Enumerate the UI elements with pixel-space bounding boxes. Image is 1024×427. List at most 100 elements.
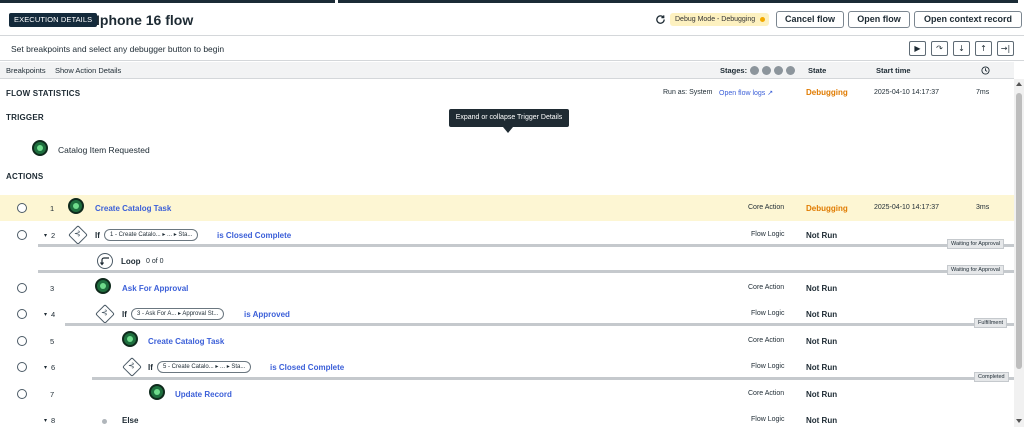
if-label: If: [122, 310, 127, 319]
action-type: Core Action: [748, 337, 785, 344]
continue-button[interactable]: ▶: [909, 41, 926, 56]
debug-mode-badge: Debug Mode - Debugging: [670, 13, 770, 26]
row-number: 2: [51, 231, 56, 240]
action-status-icon: [122, 331, 138, 347]
condition-pill[interactable]: 5 - Create Catalo... ▸ ... ▸ Sta...: [157, 361, 252, 373]
action-name-link[interactable]: Update Record: [175, 390, 232, 399]
condition-text: is Closed Complete: [217, 231, 292, 240]
if-label: If: [148, 363, 153, 372]
action-type: Core Action: [748, 284, 785, 291]
external-link-icon: ↗: [767, 90, 774, 97]
tab-strip-left: [0, 0, 335, 3]
trigger-details-tooltip: Expand or collapse Trigger Details: [449, 109, 569, 127]
row-number: 1: [50, 204, 55, 213]
debug-mode-text: Debug Mode - Debugging: [675, 16, 756, 23]
breakpoint-radio[interactable]: [17, 336, 27, 346]
collapse-caret-icon[interactable]: ▾: [44, 364, 47, 371]
action-type: Flow Logic: [751, 310, 785, 317]
action-status-icon: [149, 384, 165, 400]
trigger-status-icon[interactable]: [32, 140, 48, 156]
if-label: If: [95, 231, 100, 240]
action-name-link[interactable]: Ask For Approval: [122, 284, 188, 293]
row-number: 8: [51, 416, 56, 425]
refresh-icon[interactable]: [655, 14, 666, 25]
stage-dot: [750, 66, 759, 75]
clock-icon: [981, 66, 990, 75]
flow-statistics-label[interactable]: FLOW STATISTICS: [6, 89, 80, 98]
execution-details-badge: EXECUTION DETAILS: [9, 13, 98, 27]
collapse-caret-icon[interactable]: ▾: [44, 311, 47, 318]
execution-header: EXECUTION DETAILS Iphone 16 flow Debug M…: [0, 4, 1024, 36]
action-start-time: 2025-04-10 14:17:37: [874, 204, 939, 211]
action-state: Not Run: [806, 310, 838, 319]
row-number: 5: [50, 337, 55, 346]
condition-pill[interactable]: 1 - Create Catalo... ▸ ... ▸ Sta...: [104, 229, 199, 241]
action-type: Flow Logic: [751, 363, 785, 370]
action-state: Not Run: [806, 337, 838, 346]
action-name-link[interactable]: Create Catalog Task: [148, 337, 224, 346]
scroll-down-arrow[interactable]: [1016, 419, 1022, 423]
condition-pill[interactable]: 3 - Ask For A... ▸ Approval St...: [131, 308, 225, 320]
collapse-caret-icon[interactable]: ▾: [44, 417, 47, 424]
breakpoints-toggle[interactable]: Breakpoints: [6, 66, 46, 75]
action-row-7[interactable]: 7 Update Record Core Action Not Run: [0, 381, 1014, 407]
breakpoint-radio[interactable]: [17, 203, 27, 213]
else-label: Else: [122, 416, 139, 425]
row-number: 3: [50, 284, 55, 293]
action-row-5[interactable]: 5 Create Catalog Task Core Action Not Ru…: [0, 328, 1014, 354]
cancel-flow-button[interactable]: Cancel flow: [776, 11, 844, 28]
column-header-row: Breakpoints Show Action Details Stages: …: [0, 62, 1014, 79]
breakpoint-radio[interactable]: [17, 389, 27, 399]
action-type: Core Action: [748, 204, 785, 211]
scroll-thumb[interactable]: [1016, 93, 1022, 369]
loop-count: 0 of 0: [146, 258, 164, 265]
row-number: 6: [51, 363, 56, 372]
action-state: Not Run: [806, 284, 838, 293]
breakpoint-radio[interactable]: [17, 362, 27, 372]
step-over-button[interactable]: ↷: [931, 41, 948, 56]
run-as-text: Run as: System: [663, 89, 713, 96]
action-row-1[interactable]: 1 Create Catalog Task Core Action Debugg…: [0, 195, 1014, 221]
open-flow-button[interactable]: Open flow: [848, 11, 910, 28]
action-row-8[interactable]: ▾ 8 Else Flow Logic Not Run: [0, 408, 1014, 427]
stages-label: Stages:: [720, 66, 748, 75]
action-type: Core Action: [748, 390, 785, 397]
flow-duration: 7ms: [976, 89, 990, 96]
show-action-details-toggle[interactable]: Show Action Details: [55, 66, 121, 75]
breakpoint-radio[interactable]: [17, 309, 27, 319]
scroll-up-arrow[interactable]: [1016, 82, 1022, 86]
actions-label: ACTIONS: [6, 172, 44, 181]
trigger-label: TRIGGER: [6, 113, 44, 122]
branch-icon: ⊰: [101, 308, 108, 317]
open-flow-logs-link[interactable]: Open flow logs ↗: [719, 89, 773, 97]
debug-status-dot: [760, 17, 766, 22]
loop-label: Loop: [121, 257, 141, 266]
step-into-button[interactable]: ↓: [953, 41, 970, 56]
condition-text: is Approved: [244, 310, 290, 319]
row-number: 4: [51, 310, 56, 319]
action-row-3[interactable]: 3 Ask For Approval Core Action Not Run: [0, 275, 1014, 301]
action-state: Not Run: [806, 363, 838, 372]
step-out-button[interactable]: ↑: [975, 41, 992, 56]
vertical-scrollbar[interactable]: [1014, 79, 1024, 427]
stage-divider: [92, 377, 1014, 380]
branch-icon: ⊰: [74, 229, 81, 238]
action-name-link[interactable]: Create Catalog Task: [95, 204, 171, 213]
state-column-header: State: [808, 66, 827, 75]
action-state: Not Run: [806, 390, 838, 399]
collapse-caret-icon[interactable]: ▾: [44, 232, 47, 239]
open-context-record-button[interactable]: Open context record: [914, 11, 1022, 28]
run-to-end-button[interactable]: →|: [997, 41, 1014, 56]
action-duration: 3ms: [976, 204, 990, 211]
stage-dot: [774, 66, 783, 75]
open-flow-logs-label: Open flow logs: [719, 90, 766, 97]
loop-icon: [97, 253, 113, 269]
breakpoint-radio[interactable]: [17, 283, 27, 293]
tooltip-arrow: [503, 127, 513, 133]
stage-divider: [38, 270, 1014, 273]
stage-label: Waiting for Approval: [947, 265, 1005, 275]
breakpoint-radio[interactable]: [17, 230, 27, 240]
action-state: Not Run: [806, 416, 838, 425]
stage-divider: [38, 244, 1014, 247]
stage-divider: [65, 323, 1014, 326]
